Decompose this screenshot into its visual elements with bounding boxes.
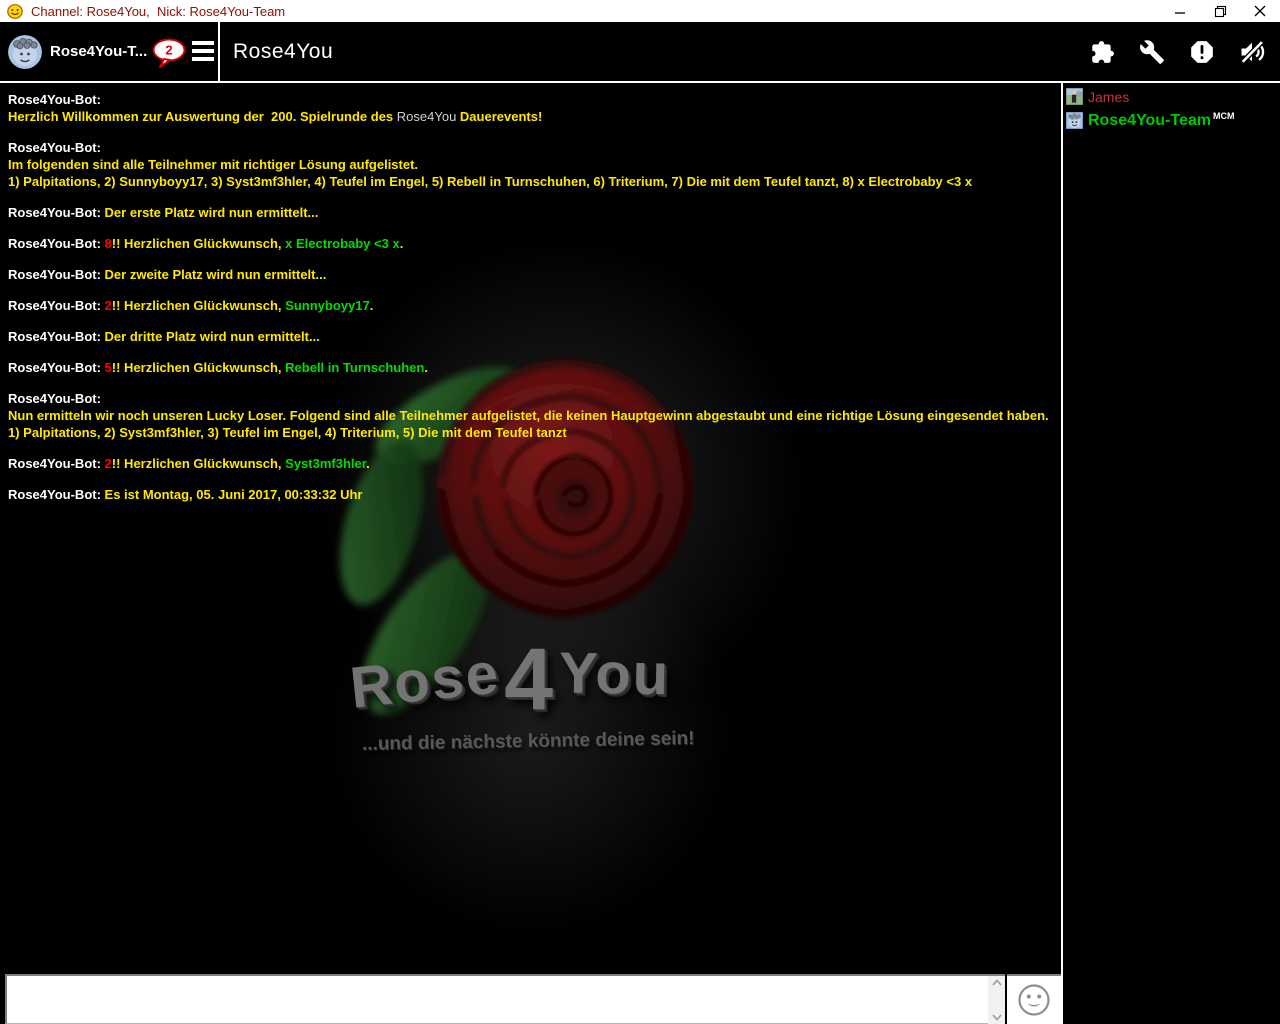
- chat-text-segment: Dauerevents!: [456, 109, 543, 124]
- chat-message: Rose4You-Bot: Es ist Montag, 05. Juni 20…: [8, 486, 1049, 503]
- chat-message: Rose4You-Bot: Herzlich Willkommen zur Au…: [8, 91, 1049, 125]
- channel-title: Rose4You: [233, 39, 334, 63]
- chat-message: Rose4You-Bot: Der zweite Platz wird nun …: [8, 266, 1049, 283]
- header: Rose4You-T... 2 Rose4You: [0, 22, 1280, 81]
- james-avatar: [1066, 88, 1083, 105]
- close-button[interactable]: [1240, 0, 1280, 22]
- titlebar: Channel: Rose4You, Nick: Rose4You-Team: [0, 0, 1280, 22]
- chat-message: Rose4You-Bot: Im folgenden sind alle Tei…: [8, 139, 1049, 190]
- chat-text-segment: .: [366, 456, 370, 471]
- user-row-rose4you-team[interactable]: Rose4You-Team MCM: [1066, 110, 1280, 131]
- chat-nickname-link[interactable]: Sunnyboyy17: [285, 298, 370, 313]
- chat-text-segment: Rose4You-Bot:: [8, 391, 101, 406]
- chat-text-segment: Rose4You: [396, 109, 457, 124]
- chat-text-segment: Es ist Montag, 05. Juni 2017, 00:33:32 U…: [104, 487, 363, 502]
- chat-text-segment: !! Herzlichen Glückwunsch,: [111, 298, 286, 313]
- composer: [0, 970, 1061, 1024]
- chat-nickname-link[interactable]: Syst3mf3hler: [285, 456, 366, 471]
- minimize-button[interactable]: [1160, 0, 1200, 22]
- chat-text-segment: !! Herzlichen Glückwunsch,: [111, 456, 286, 471]
- chat-text-segment: Rose4You-Bot:: [8, 298, 105, 313]
- chat-text-segment: Rose4You-Bot:: [8, 205, 105, 220]
- chat-text-segment: 2: [104, 298, 112, 313]
- chat-message: Rose4You-Bot: 2!! Herzlichen Glückwunsch…: [8, 455, 1049, 472]
- window-title: Channel: Rose4You, Nick: Rose4You-Team: [31, 3, 286, 19]
- user-name: Rose4You-Team: [1088, 111, 1211, 129]
- chat-message: Rose4You-Bot: Der erste Platz wird nun e…: [8, 204, 1049, 221]
- chat-text-segment: Rose4You-Bot:: [8, 456, 105, 471]
- chat-message: Rose4You-Bot: Nun ermitteln wir noch uns…: [8, 390, 1049, 441]
- chat-nickname-link[interactable]: Rebell in Turnschuhen: [285, 360, 424, 375]
- user-badge-mcm: MCM: [1213, 110, 1235, 121]
- toolbar: [1088, 22, 1266, 81]
- chat-text-segment: 5: [104, 360, 112, 375]
- chat-text-segment: Rose4You-Bot:: [8, 92, 101, 107]
- plugin-icon[interactable]: [1088, 38, 1116, 66]
- chat-text-segment: Herzlich Willkommen zur Auswertung der 2…: [8, 109, 397, 124]
- chat-text-segment: .: [424, 360, 428, 375]
- chat-text-segment: Rose4You-Bot:: [8, 140, 101, 155]
- sound-muted-icon[interactable]: [1238, 38, 1266, 66]
- tab-label: Rose4You-T...: [50, 43, 148, 60]
- user-list: James Rose4You-Team MCM: [1061, 83, 1280, 1024]
- chat-text-segment: Der zweite Platz wird nun ermittelt...: [104, 267, 327, 282]
- chat-message: Rose4You-Bot: 8!! Herzlichen Glückwunsch…: [8, 235, 1049, 252]
- chat-text-segment: Rose4You-Bot:: [8, 360, 105, 375]
- scroll-up-icon[interactable]: [991, 979, 1002, 986]
- chat-message: Rose4You-Bot: 2!! Herzlichen Glückwunsch…: [8, 297, 1049, 314]
- wrench-icon[interactable]: [1138, 38, 1166, 66]
- knuddels-smiley-icon: [7, 4, 23, 19]
- rose4you-logo: Rose 4 You: [347, 629, 671, 729]
- channel-tab[interactable]: Rose4You-T... 2: [0, 22, 218, 81]
- alert-icon[interactable]: [1188, 38, 1216, 66]
- chat-text-segment: Rose4You-Bot:: [8, 267, 105, 282]
- user-row-james[interactable]: James: [1066, 86, 1280, 107]
- hamburger-icon[interactable]: [192, 39, 216, 63]
- chat-text-segment: Im folgenden sind alle Teilnehmer mit ri…: [8, 157, 973, 189]
- header-separator: [218, 22, 220, 81]
- chat-text-segment: Der dritte Platz wird nun ermittelt...: [104, 329, 320, 344]
- input-scrollbar[interactable]: [988, 976, 1005, 1024]
- message-input-box: [5, 974, 1005, 1024]
- app-window: Channel: Rose4You, Nick: Rose4You-Team R…: [0, 0, 1280, 1024]
- chat-message: Rose4You-Bot: 5!! Herzlichen Glückwunsch…: [8, 359, 1049, 376]
- chat-text-segment: Rose4You-Bot:: [8, 487, 105, 502]
- message-list: Rose4You-Bot: Herzlich Willkommen zur Au…: [8, 91, 1049, 517]
- chat-text-segment: !! Herzlichen Glückwunsch,: [111, 236, 286, 251]
- logo-tagline: ...und die nächste könnte deine sein!: [361, 728, 695, 755]
- chat-text-segment: !! Herzlichen Glückwunsch,: [111, 360, 286, 375]
- chat-text-segment: 2: [104, 456, 112, 471]
- scroll-down-icon[interactable]: [991, 1014, 1002, 1021]
- message-input[interactable]: [9, 978, 987, 1022]
- smiley-button[interactable]: [1007, 974, 1061, 1024]
- rose4you-team-avatar: [1066, 112, 1083, 129]
- chat-text-segment: Der erste Platz wird nun ermittelt...: [104, 205, 319, 220]
- chat-text-segment: Rose4You-Bot:: [8, 329, 105, 344]
- chat-text-segment: .: [399, 236, 404, 251]
- chat-area: Rose 4 You ...und die nächste könnte deine…: [0, 83, 1061, 970]
- chat-nickname-link[interactable]: x Electrobaby <3 x: [285, 236, 400, 251]
- restore-button[interactable]: [1200, 0, 1240, 22]
- chat-message: Rose4You-Bot: Der dritte Platz wird nun …: [8, 328, 1049, 345]
- notification-badge[interactable]: 2: [151, 38, 187, 69]
- chat-text-segment: Rose4You-Bot:: [8, 236, 105, 251]
- chat-text-segment: .: [369, 298, 374, 313]
- user-name: James: [1088, 88, 1130, 105]
- chat-text-segment: Nun ermitteln wir noch unseren Lucky Los…: [8, 408, 1049, 440]
- chat-text-segment: 8: [104, 236, 112, 251]
- smiley-icon: [1018, 984, 1050, 1016]
- badge-count: 2: [166, 43, 173, 58]
- rose4you-team-avatar: [8, 34, 42, 69]
